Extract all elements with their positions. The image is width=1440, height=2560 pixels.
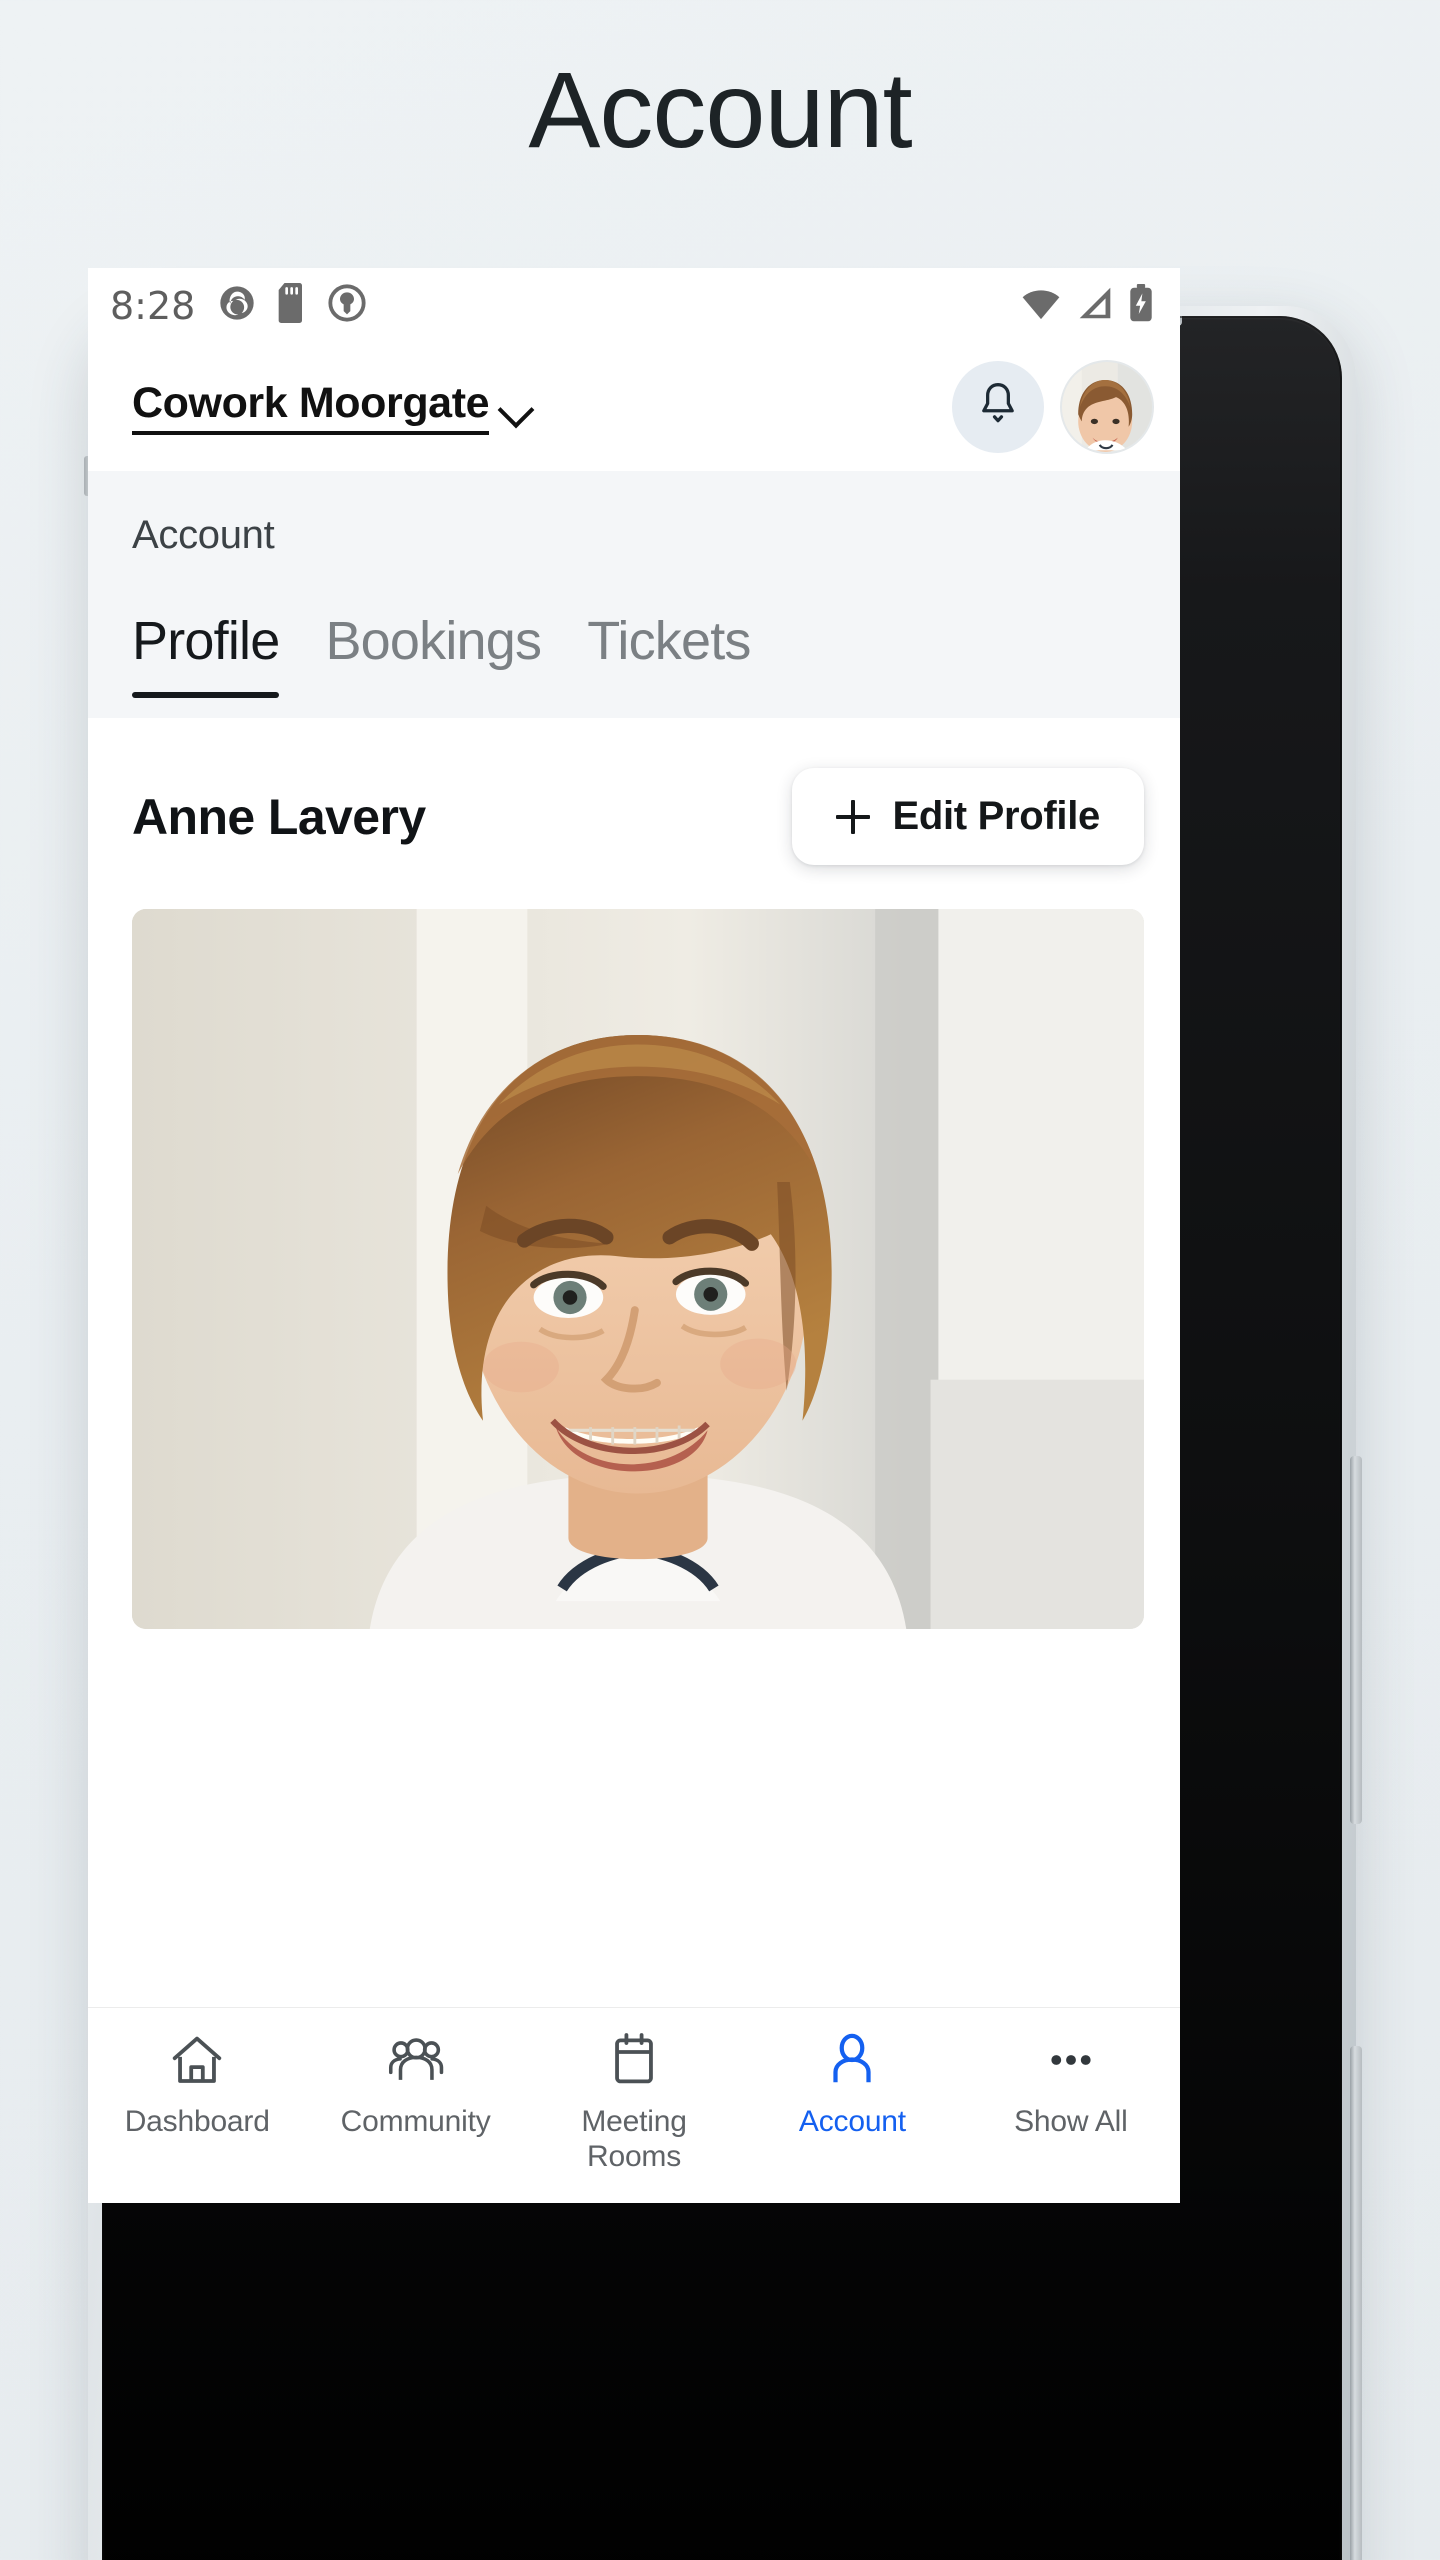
- people-icon: [385, 2030, 447, 2090]
- sd-card-icon: [275, 283, 309, 328]
- nav-account[interactable]: Account: [743, 2030, 961, 2139]
- nav-community[interactable]: Community: [306, 2030, 524, 2139]
- band-spacer: [132, 698, 1180, 718]
- page-title: Account: [528, 49, 912, 170]
- venue-name: Cowork Moorgate: [132, 379, 490, 435]
- status-bar: 8:28: [88, 268, 1180, 343]
- avatar[interactable]: [1060, 360, 1154, 454]
- chevron-down-icon: [497, 391, 535, 429]
- home-icon: [168, 2030, 226, 2090]
- signal-icon: [1076, 286, 1114, 325]
- venue-selector[interactable]: Cowork Moorgate: [132, 379, 535, 435]
- calendar-icon: [607, 2030, 661, 2090]
- app-circle-icon: [327, 283, 367, 328]
- wifi-icon: [1020, 286, 1062, 325]
- profile-header-row: Anne Lavery Edit Profile: [88, 718, 1180, 909]
- app-header: Cowork Moorgate: [88, 343, 1180, 471]
- nav-dashboard-label: Dashboard: [124, 2105, 270, 2138]
- tab-profile[interactable]: Profile: [132, 610, 280, 698]
- bell-icon: [975, 380, 1021, 435]
- profile-photo[interactable]: [132, 909, 1144, 1629]
- profile-name: Anne Lavery: [132, 788, 426, 845]
- nav-meeting-rooms[interactable]: Meeting Rooms: [525, 2030, 743, 2175]
- volume-button[interactable]: [1350, 1456, 1362, 1824]
- power-button[interactable]: [1350, 2046, 1362, 2560]
- nav-show-all[interactable]: Show All: [962, 2030, 1180, 2139]
- battery-charging-icon: [1128, 284, 1154, 327]
- section-band: Account Profile Bookings Tickets: [88, 471, 1180, 718]
- plus-icon: [836, 799, 871, 834]
- nav-dashboard[interactable]: Dashboard: [88, 2030, 306, 2139]
- nav-show-all-label: Show All: [1014, 2105, 1128, 2138]
- ellipsis-icon: [1042, 2030, 1100, 2090]
- status-left-icons: [217, 283, 367, 328]
- section-label: Account: [132, 513, 275, 557]
- tab-bar: Profile Bookings Tickets: [132, 610, 1180, 698]
- notifications-button[interactable]: [952, 361, 1044, 453]
- bottom-navigation: Dashboard Community Meeting Rooms Accoun…: [88, 2007, 1180, 2203]
- status-right-icons: [1020, 284, 1154, 327]
- header-actions: [952, 360, 1154, 454]
- aperture-logo-icon: [217, 283, 257, 328]
- edit-profile-button[interactable]: Edit Profile: [792, 768, 1144, 865]
- person-icon: [825, 2030, 879, 2090]
- profile-content: Anne Lavery Edit Profile Dashboard Commu…: [88, 718, 1180, 2203]
- nav-meeting-rooms-label: Meeting Rooms: [581, 2105, 687, 2174]
- edit-profile-label: Edit Profile: [892, 794, 1100, 838]
- phone-screen: 8:28 Cowork Moorgate Account Profile Boo…: [88, 268, 1180, 2203]
- tab-bookings[interactable]: Bookings: [325, 610, 542, 698]
- status-time: 8:28: [110, 283, 196, 328]
- nav-account-label: Account: [798, 2105, 906, 2138]
- tab-tickets[interactable]: Tickets: [587, 610, 751, 698]
- nav-community-label: Community: [340, 2105, 491, 2138]
